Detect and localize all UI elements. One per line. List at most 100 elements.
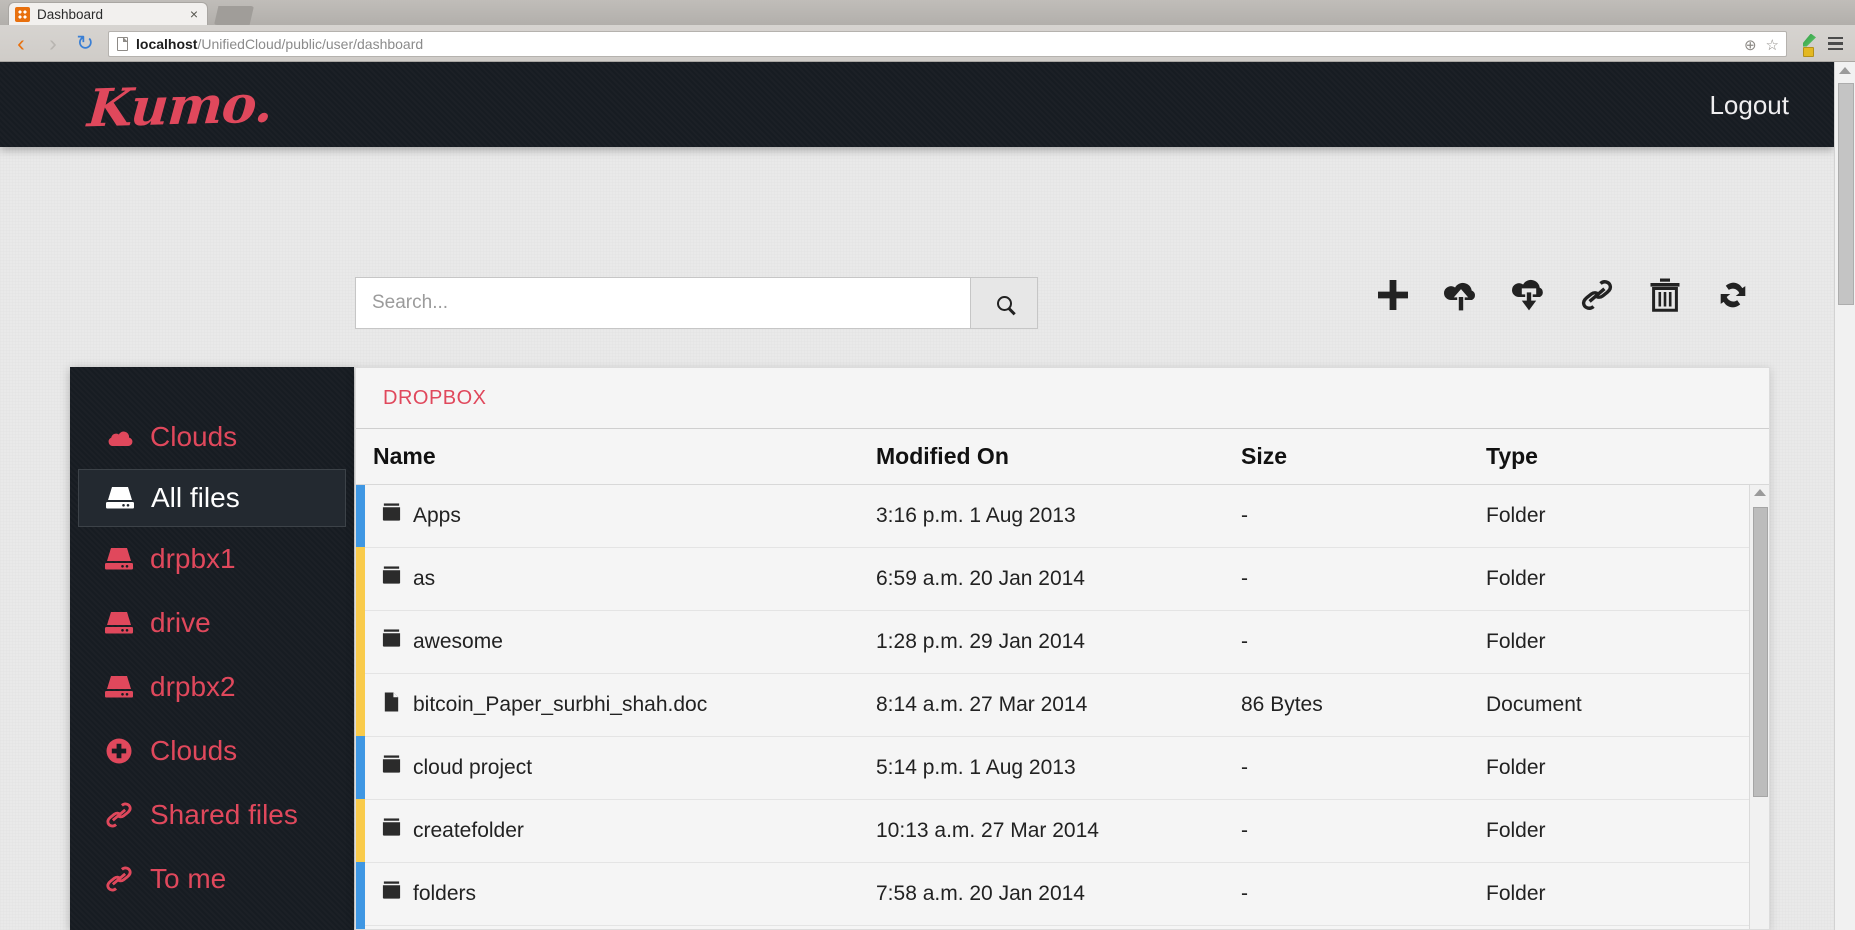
folder-icon [381,565,402,593]
column-header-modified[interactable]: Modified On [876,443,1241,470]
cloud-color-bar [356,610,365,674]
file-panel: DROPBOX Name Modified On Size Type Apps 3… [355,367,1770,930]
url-path: /UnifiedCloud/public/user/dashboard [197,35,424,52]
browser-chrome: Dashboard × ‹ › ↻ localhost/UnifiedCloud… [0,0,1855,62]
file-table-body: Apps 3:16 p.m. 1 Aug 2013 - Folder as 6:59 a.… [356,485,1769,929]
table-row[interactable]: awesome 1:28 p.m. 29 Jan 2014 - Folder [356,610,1769,674]
sidebar-item-add-cloud[interactable]: Clouds [70,719,354,783]
search-button[interactable] [970,277,1038,329]
hdd-icon [102,608,136,638]
sidebar-item-all-files[interactable]: All files [78,469,346,527]
file-name-label: bitcoin_Paper_surbhi_shah.doc [413,693,708,716]
file-modified-cell: 3:16 p.m. 1 Aug 2013 [876,504,1076,527]
page-scrollbar[interactable] [1834,62,1855,930]
file-type-cell: Folder [1486,504,1546,527]
file-name-cell[interactable]: bitcoin_Paper_surbhi_shah.doc [356,691,876,719]
sidebar-item-label: To me [150,863,227,894]
file-name-label: as [413,567,436,590]
table-row[interactable]: Apps 3:16 p.m. 1 Aug 2013 - Folder [356,485,1769,548]
cloud-color-bar [356,862,365,926]
file-modified-cell: 5:14 p.m. 1 Aug 2013 [876,756,1076,779]
column-header-size[interactable]: Size [1241,443,1486,470]
sidebar-item-label: Clouds [150,735,238,766]
folder-icon [381,817,402,845]
sidebar-item-drpbx1[interactable]: drpbx1 [70,527,354,591]
hdd-icon [102,544,136,574]
sidebar-item-shared-files[interactable]: Shared files [70,783,354,847]
close-icon[interactable]: × [187,7,201,21]
bookmark-icon[interactable]: ☆ [1766,36,1779,54]
add-icon[interactable] [1371,272,1415,318]
search-input[interactable] [355,277,970,329]
column-header-type[interactable]: Type [1486,443,1736,470]
file-size-cell: - [1241,882,1248,905]
file-name-cell[interactable]: as [356,565,876,593]
cloud-color-bar [356,736,365,800]
cloud-upload-icon[interactable] [1439,272,1483,318]
sidebar-item-clouds[interactable]: Clouds [70,405,354,469]
back-icon[interactable]: ‹ [6,29,36,59]
cloud-download-icon[interactable] [1507,272,1551,318]
zoom-icon[interactable]: ⊕ [1744,36,1757,54]
action-toolbar [1371,272,1755,318]
file-type-cell: Folder [1486,882,1546,905]
file-name-label: Apps [413,504,461,527]
file-name-cell[interactable]: folders [356,880,876,908]
cloud-provider-label[interactable]: DROPBOX [356,368,1769,429]
file-size-cell: - [1241,504,1248,527]
table-header-row: Name Modified On Size Type [356,429,1769,485]
address-bar[interactable]: localhost/UnifiedCloud/public/user/dashb… [108,30,1787,57]
browser-tab[interactable]: Dashboard × [8,2,208,25]
table-row[interactable]: cloud project 5:14 p.m. 1 Aug 2013 - Folder [356,736,1769,800]
share-link-icon[interactable] [1575,272,1619,318]
table-row[interactable]: bitcoin_Paper_surbhi_shah.doc 8:14 a.m. 2… [356,673,1769,737]
table-row[interactable]: as 6:59 a.m. 20 Jan 2014 - Folder [356,547,1769,611]
trash-icon[interactable] [1643,272,1687,318]
file-name-cell[interactable]: cloud project [356,754,876,782]
file-size-cell: - [1241,630,1248,653]
table-scrollbar[interactable] [1749,485,1769,929]
search-icon [996,295,1012,311]
sidebar: Clouds All files drpbx1 drive drpbx2 Clo… [70,367,354,930]
reload-icon[interactable]: ↻ [70,29,100,59]
scroll-up-icon[interactable] [1754,489,1766,496]
file-name-cell[interactable]: Apps [356,502,876,530]
xampp-icon [15,6,30,22]
sidebar-item-drive[interactable]: drive [70,591,354,655]
file-name-label: awesome [413,630,503,653]
column-header-name[interactable]: Name [356,443,876,470]
logout-link[interactable]: Logout [1709,90,1789,121]
new-tab-button[interactable] [214,6,254,25]
share-link-icon [102,864,136,894]
plus-circle-icon [102,736,136,766]
table-row[interactable]: folders 7:58 a.m. 20 Jan 2014 - Folder [356,862,1769,926]
page-icon [117,36,128,51]
scroll-up-icon[interactable] [1839,67,1851,74]
file-type-cell: Folder [1486,567,1546,590]
url-host: localhost [136,35,198,52]
cloud-color-bar [356,925,365,929]
refresh-icon[interactable] [1711,272,1755,318]
cloud-icon [102,422,136,452]
sidebar-item-label: drpbx2 [150,671,236,702]
file-name-label: folders [413,882,477,905]
forward-icon[interactable]: › [38,29,68,59]
file-type-cell: Document [1486,693,1582,716]
sidebar-item-drpbx2[interactable]: drpbx2 [70,655,354,719]
sidebar-item-label: All files [151,482,240,513]
hamburger-icon[interactable] [1821,31,1849,57]
file-name-cell[interactable]: createfolder [356,817,876,845]
file-size-cell: - [1241,756,1248,779]
sidebar-item-to-me[interactable]: To me [70,847,354,911]
brand-logo[interactable]: Kumo. [85,74,274,140]
navigation-bar: ‹ › ↻ localhost/UnifiedCloud/public/user… [0,25,1855,62]
scrollbar-thumb[interactable] [1838,83,1854,305]
file-type-cell: Folder [1486,756,1546,779]
eyedropper-icon[interactable] [1799,31,1821,57]
table-row[interactable]: createfolder 10:13 a.m. 27 Mar 2014 - Folde… [356,799,1769,863]
cloud-color-bar [356,673,365,737]
scrollbar-thumb[interactable] [1753,507,1768,797]
file-name-cell[interactable]: awesome [356,628,876,656]
file-modified-cell: 1:28 p.m. 29 Jan 2014 [876,630,1085,653]
table-row[interactable]: glorious12:50 p.m. 26 Mar 2014-Folder [356,925,1769,929]
